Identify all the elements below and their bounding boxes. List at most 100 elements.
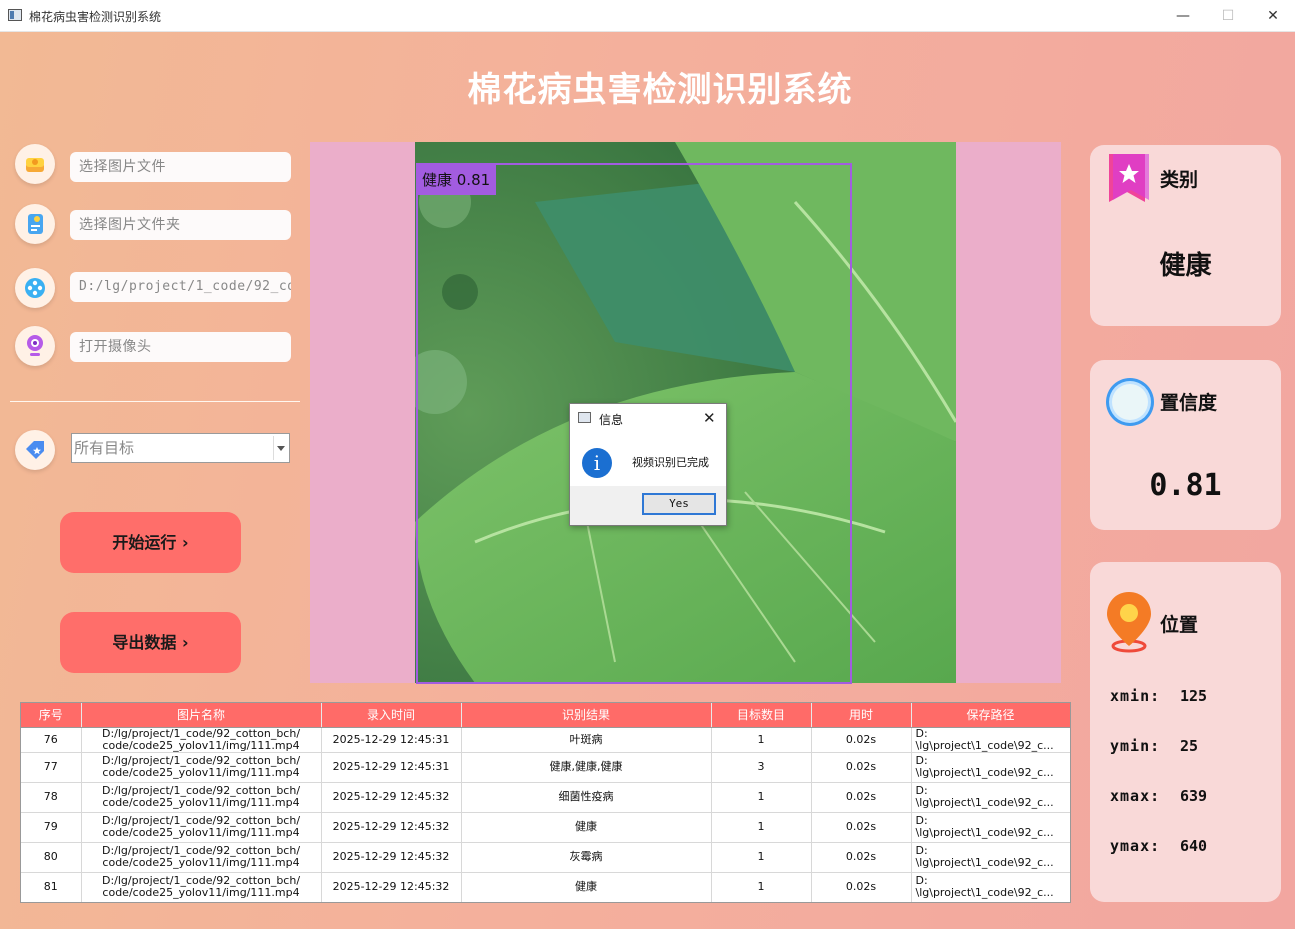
table-cell: D: \lg\project\1_code\92_c... <box>911 782 1070 813</box>
table-row[interactable]: 81 D:/lg/project/1_code/92_cotton_bch/ co… <box>21 872 1070 902</box>
table-cell: D: \lg\project\1_code\92_c... <box>911 812 1070 843</box>
export-data-button[interactable]: 导出数据 › <box>60 612 241 673</box>
table-cell: 2025-12-29 12:45:32 <box>321 872 462 902</box>
table-cell: D: \lg\project\1_code\92_c... <box>911 752 1070 783</box>
start-run-button[interactable]: 开始运行 › <box>60 512 241 573</box>
bookmark-star-icon <box>1105 152 1153 210</box>
ymax-value: 640 <box>1180 837 1208 855</box>
dialog-title: 信息 <box>599 413 624 427</box>
ymax-label: ymax: <box>1110 837 1161 855</box>
table-cell: 1 <box>711 812 812 843</box>
xmin-label: xmin: <box>1110 687 1161 705</box>
table-cell: 80 <box>21 842 82 873</box>
table-row[interactable]: 76 D:/lg/project/1_code/92_cotton_bch/ co… <box>21 727 1070 753</box>
column-header[interactable]: 保存路径 <box>911 703 1070 728</box>
info-dialog: 信息 ✕ i 视频识别已完成 Yes <box>569 403 727 526</box>
table-cell: 81 <box>21 872 82 902</box>
table-cell: 细菌性疫病 <box>461 782 712 813</box>
table-row[interactable]: 80 D:/lg/project/1_code/92_cotton_bch/ co… <box>21 842 1070 873</box>
map-pin-icon <box>1104 590 1154 658</box>
target-select-value: 所有目标 <box>74 439 135 457</box>
table-cell: 0.02s <box>811 727 912 753</box>
table-cell: D: \lg\project\1_code\92_c... <box>911 842 1070 873</box>
column-header[interactable]: 录入时间 <box>321 703 462 728</box>
dialog-message: 视频识别已完成 <box>632 456 709 469</box>
column-header[interactable]: 目标数目 <box>711 703 812 728</box>
camera-input[interactable]: 打开摄像头 <box>70 332 291 362</box>
image-file-input[interactable]: 选择图片文件 <box>70 152 291 182</box>
category-card: 类别 健康 <box>1090 145 1281 326</box>
table-cell: D:/lg/project/1_code/92_cotton_bch/ code… <box>81 782 322 813</box>
xmax-row: xmax: 639 <box>1110 787 1207 805</box>
table-cell: D:/lg/project/1_code/92_cotton_bch/ code… <box>81 727 322 753</box>
position-title: 位置 <box>1160 614 1199 636</box>
layers-icon[interactable] <box>15 144 55 184</box>
table-cell: D:/lg/project/1_code/92_cotton_bch/ code… <box>81 812 322 843</box>
table-cell: 健康,健康,健康 <box>461 752 712 783</box>
close-button[interactable]: ✕ <box>1250 0 1295 32</box>
table-cell: 健康 <box>461 872 712 902</box>
gamepad-icon[interactable] <box>15 268 55 308</box>
table-cell: D: \lg\project\1_code\92_c... <box>911 872 1070 902</box>
close-icon[interactable]: ✕ <box>703 409 716 427</box>
page-title: 棉花病虫害检测识别系统 <box>467 70 853 110</box>
column-header[interactable]: 识别结果 <box>461 703 712 728</box>
table-row[interactable]: 79 D:/lg/project/1_code/92_cotton_bch/ co… <box>21 812 1070 843</box>
minimize-button[interactable]: — <box>1160 0 1206 32</box>
results-table[interactable]: 序号 图片名称 录入时间 识别结果 目标数目 用时 保存路径 76 D:/lg/p… <box>20 702 1071 903</box>
confidence-title: 置信度 <box>1160 392 1218 414</box>
dialog-body: i 视频识别已完成 <box>570 434 726 486</box>
table-cell: 1 <box>711 872 812 902</box>
table-cell: 1 <box>711 842 812 873</box>
category-title: 类别 <box>1160 169 1199 191</box>
table-cell: D:/lg/project/1_code/92_cotton_bch/ code… <box>81 872 322 902</box>
table-cell: 0.02s <box>811 872 912 902</box>
confidence-card: 置信度 0.81 <box>1090 360 1281 530</box>
dialog-app-icon <box>578 412 591 423</box>
table-cell: 79 <box>21 812 82 843</box>
table-cell: 叶斑病 <box>461 727 712 753</box>
ymax-row: ymax: 640 <box>1110 837 1207 855</box>
table-cell: 0.02s <box>811 842 912 873</box>
table-cell: D: \lg\project\1_code\92_c... <box>911 727 1070 753</box>
column-header[interactable]: 图片名称 <box>81 703 322 728</box>
window-titlebar: 棉花病虫害检测识别系统 — ☐ ✕ <box>0 0 1295 32</box>
confidence-value: 0.81 <box>1149 468 1222 503</box>
table-cell: 2025-12-29 12:45:32 <box>321 812 462 843</box>
table-row[interactable]: 77 D:/lg/project/1_code/92_cotton_bch/ co… <box>21 752 1070 783</box>
target-select[interactable]: 所有目标 <box>71 433 290 463</box>
table-cell: 2025-12-29 12:45:32 <box>321 842 462 873</box>
table-cell: 0.02s <box>811 782 912 813</box>
video-path-input[interactable]: D:/lg/project/1_code/92_cotton_bch/code/… <box>70 272 291 302</box>
ring-icon <box>1102 374 1158 434</box>
table-cell: 0.02s <box>811 812 912 843</box>
table-cell: 77 <box>21 752 82 783</box>
image-folder-input[interactable]: 选择图片文件夹 <box>70 210 291 240</box>
table-cell: 1 <box>711 782 812 813</box>
position-card: 位置 xmin: 125 ymin: 25 xmax: 639 ymax: 640 <box>1090 562 1281 902</box>
table-cell: 78 <box>21 782 82 813</box>
table-cell: 健康 <box>461 812 712 843</box>
table-cell: D:/lg/project/1_code/92_cotton_bch/ code… <box>81 842 322 873</box>
xmin-row: xmin: 125 <box>1110 687 1207 705</box>
divider <box>10 401 300 402</box>
window-title: 棉花病虫害检测识别系统 <box>29 10 162 24</box>
info-icon: i <box>582 448 612 478</box>
table-cell: 2025-12-29 12:45:32 <box>321 782 462 813</box>
app-icon <box>8 9 22 21</box>
table-row[interactable]: 78 D:/lg/project/1_code/92_cotton_bch/ co… <box>21 782 1070 813</box>
column-header[interactable]: 序号 <box>21 703 82 728</box>
maximize-button[interactable]: ☐ <box>1205 0 1251 32</box>
webcam-icon[interactable] <box>15 326 55 366</box>
xmax-label: xmax: <box>1110 787 1161 805</box>
dialog-titlebar: 信息 ✕ <box>570 404 726 434</box>
ymin-row: ymin: 25 <box>1110 737 1198 755</box>
table-cell: 2025-12-29 12:45:31 <box>321 752 462 783</box>
table-cell: 76 <box>21 727 82 753</box>
file-image-icon[interactable] <box>15 204 55 244</box>
chevron-down-icon[interactable] <box>273 436 287 460</box>
yes-button[interactable]: Yes <box>642 493 716 515</box>
table-cell: 灰霉病 <box>461 842 712 873</box>
column-header[interactable]: 用时 <box>811 703 912 728</box>
table-cell: 1 <box>711 727 812 753</box>
